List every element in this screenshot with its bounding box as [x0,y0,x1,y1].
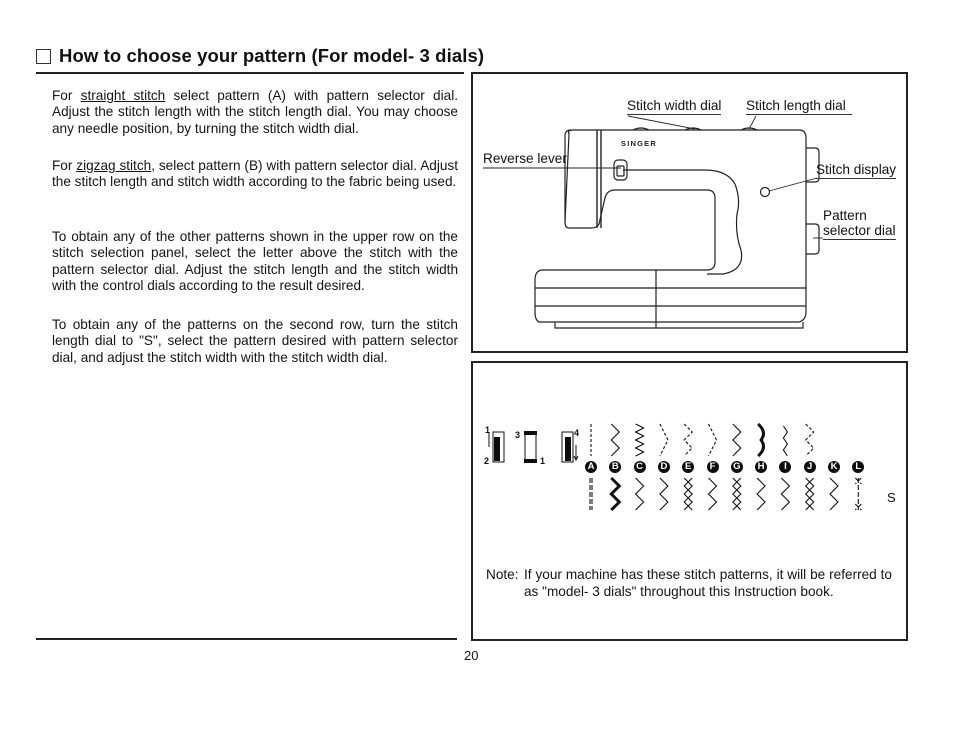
stitch-glyph-lower-g [732,477,742,511]
stitch-glyph-upper-e [683,423,693,457]
section-title: How to choose your pattern (For model- 3… [36,44,484,68]
note: Note: If your machine has these stitch p… [486,567,892,600]
stitch-glyph-upper-h [757,422,765,458]
stitch-glyph-lower-e [683,477,693,511]
stitch-letter-a: A [585,461,597,473]
text: For [52,158,77,173]
stitch-glyph-lower-c [634,477,645,511]
pattern-selector-dial [806,223,820,255]
checkbox-icon [36,48,51,64]
section-title-text: How to choose your pattern (For model- 3… [59,45,485,66]
stitch-glyph-lower-f [707,477,718,511]
label-line: selector dial [823,223,896,240]
needle-bar [596,130,602,228]
label-stitch-length-dial: Stitch length dial [746,98,852,115]
leader-stitch-length [748,115,757,130]
label-reverse-lever: Reverse lever [483,151,567,166]
stitch-letter-c: C [633,461,646,473]
stitch-glyph-lower-a [589,478,593,510]
footer-divider [36,638,457,640]
stitch-letter-d: D [657,461,670,473]
stitch-glyph-upper-d [659,423,669,457]
paragraph-straight-stitch: For straight stitch select pattern (A) w… [52,88,458,137]
stitch-glyph-lower-j [804,477,815,511]
leader-stitch-display [768,177,818,192]
stitch-patterns [589,422,862,512]
note-text: If your machine has these stitch pattern… [524,567,892,599]
stitch-letter-k: K [828,461,840,473]
stitch-glyph-upper-i [782,425,789,457]
term-straight-stitch: straight stitch [80,88,166,103]
label-stitch-display: Stitch display [816,162,897,179]
leader-stitch-width [627,115,696,130]
title-divider [36,72,464,74]
stitch-letter-f: F [706,461,719,473]
stitch-letter-j: J [803,461,816,473]
machine-base [535,270,806,329]
label-stitch-width-dial: Stitch width dial [627,98,722,115]
stitch-letter-g: G [730,461,743,473]
term-zigzag-stitch: zigzag stitch [76,158,152,173]
stitch-letter-h: H [755,461,768,473]
stitch-glyph-upper-b [610,423,621,457]
machine-body-outline [534,129,807,323]
label-pattern-selector-dial: Pattern selector dial [823,208,896,240]
page-number: 20 [464,648,479,663]
paragraph-zigzag-stitch: For zigzag stitch, select pattern (B) wi… [52,158,458,191]
stitch-glyph-upper-g [732,423,742,457]
machine-diagram-box: SINGER Stitch width dial Stitch length d… [471,72,908,353]
stitch-glyph-upper-j [804,423,815,457]
text: For [52,88,81,103]
stitch-display [759,186,771,198]
machine-arm [623,169,743,275]
stitch-glyph-lower-i [780,477,791,511]
stitch-glyph-upper-f [708,423,718,457]
stitch-glyph-upper-c [634,423,645,457]
label-line: Pattern [823,208,867,223]
stitch-glyph-lower-d [659,477,669,511]
brand-logo: SINGER [621,139,657,148]
paragraph-other-patterns: To obtain any of the other patterns show… [52,229,458,293]
s-setting-label: S [887,490,896,505]
stitch-glyph-lower-k [829,477,839,511]
stitch-glyph-lower-h [756,477,766,511]
stitch-glyph-lower-b [609,476,622,512]
note-label: Note: [486,567,519,582]
stitch-glyph-lower-l [854,477,862,511]
paragraph-second-row: To obtain any of the patterns on the sec… [52,317,458,365]
